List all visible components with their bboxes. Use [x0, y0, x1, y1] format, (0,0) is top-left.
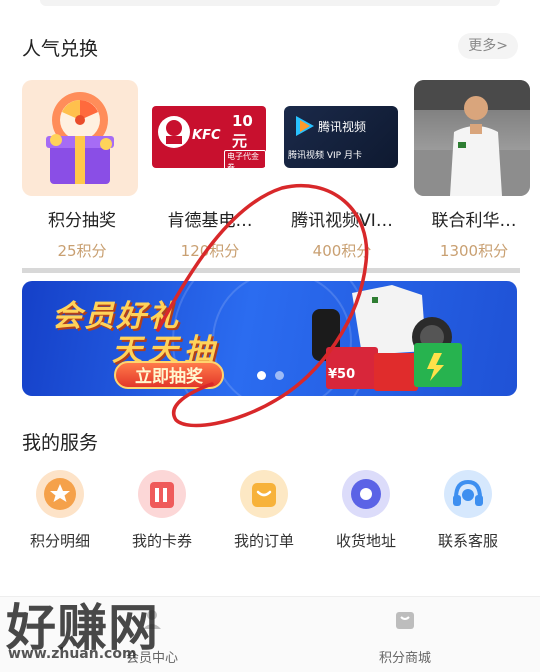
tencent-logo-text: 腾讯视频 [318, 120, 367, 134]
services-grid: 积分明细 我的卡券 我的订单 收货地址 联系客服 [0, 470, 540, 560]
top-strip [40, 0, 500, 6]
order-bag-icon [240, 470, 288, 518]
tab-label: 会员中心 [125, 651, 178, 666]
tencent-card-label: 腾讯视频 VIP 月卡 [288, 151, 362, 161]
service-address[interactable]: 收货地址 [316, 470, 416, 560]
kfc-value: 10元 [232, 112, 253, 150]
service-label: 收货地址 [335, 532, 396, 550]
kfc-tag: 电子代金券 [224, 150, 266, 174]
carousel-dot[interactable] [275, 371, 284, 380]
kfc-logo-text: KFC [192, 128, 221, 143]
unilever-chef-image [414, 80, 530, 196]
services-section-title: 我的服务 [22, 432, 99, 454]
service-label: 我的卡券 [131, 532, 192, 550]
product-points: 400积分 [312, 242, 372, 260]
member-icon [140, 607, 164, 631]
coupon-icon [138, 470, 186, 518]
headset-icon [444, 470, 492, 518]
banner-card-value: ¥50 [328, 367, 356, 382]
product-item-tencent-video[interactable]: 腾讯视频 腾讯视频 VIP 月卡 腾讯视频VI… 400积分 [282, 80, 402, 265]
more-button[interactable]: 更多> [458, 33, 518, 59]
popular-products: 积分抽奖 25积分 KFC 10元 电子代金券 肯德基电… 120积分 腾讯视频 [0, 80, 540, 265]
product-points: 120积分 [180, 242, 240, 260]
kfc-voucher-image: KFC 10元 电子代金券 [150, 80, 266, 196]
product-item-lottery[interactable]: 积分抽奖 25积分 [22, 80, 142, 265]
tab-points-mall[interactable]: 积分商城 [345, 607, 465, 666]
product-points: 1300积分 [439, 242, 509, 260]
address-icon [342, 470, 390, 518]
tencent-vip-card-image: 腾讯视频 腾讯视频 VIP 月卡 [282, 80, 398, 196]
product-item-unilever[interactable]: 联合利华… 1300积分 [414, 80, 534, 265]
product-name: 腾讯视频VI… [291, 211, 393, 231]
carousel-dot-active[interactable] [257, 371, 266, 380]
tab-label: 积分商城 [378, 651, 431, 666]
service-label: 积分明细 [29, 532, 90, 550]
member-lottery-banner[interactable]: 会员好礼 天天抽 立即抽奖 ¥50 [22, 281, 517, 396]
service-label: 我的订单 [233, 532, 294, 550]
product-name: 积分抽奖 [48, 211, 116, 231]
service-points-detail[interactable]: 积分明细 [10, 470, 110, 560]
service-customer-support[interactable]: 联系客服 [418, 470, 518, 560]
service-label: 联系客服 [437, 532, 498, 550]
tab-member-center[interactable]: 会员中心 [92, 607, 212, 666]
section-divider [22, 268, 520, 273]
product-item-kfc[interactable]: KFC 10元 电子代金券 肯德基电… 120积分 [150, 80, 270, 265]
lottery-gift-image [22, 80, 138, 196]
service-my-coupons[interactable]: 我的卡券 [112, 470, 212, 560]
bottom-tab-bar: 会员中心 积分商城 [0, 596, 540, 672]
shopping-bag-icon [393, 607, 417, 631]
product-points: 25积分 [57, 242, 107, 260]
popular-section-title: 人气兑换 [22, 38, 99, 60]
product-name: 肯德基电… [167, 211, 253, 231]
service-my-orders[interactable]: 我的订单 [214, 470, 314, 560]
product-name: 联合利华… [431, 211, 517, 231]
banner-prize-illustration [312, 285, 462, 391]
star-icon [36, 470, 84, 518]
